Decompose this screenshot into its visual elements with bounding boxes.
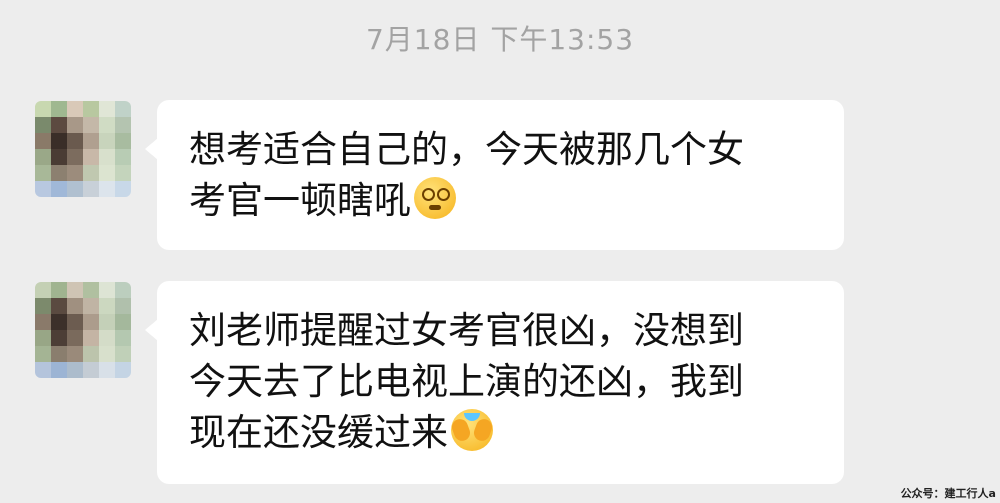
message-bubble[interactable]: 刘老师提醒过女考官很凶，没想到 今天去了比电视上演的还凶，我到 现在还没缓过来 bbox=[145, 281, 844, 484]
message-bubble[interactable]: 想考适合自己的，今天被那几个女 考官一顿瞎吼 bbox=[145, 100, 844, 250]
watermark: 公众号：建工行人a bbox=[900, 487, 996, 500]
message-text-line: 今天去了比电视上演的还凶，我到 bbox=[189, 360, 744, 403]
avatar[interactable] bbox=[35, 101, 131, 197]
dizzy-face-emoji-icon bbox=[414, 177, 456, 219]
avatar[interactable] bbox=[35, 282, 131, 378]
message-text-line: 考官一顿瞎吼 bbox=[189, 179, 411, 222]
timestamp: 7月18日 下午13:53 bbox=[365, 23, 635, 56]
crying-face-emoji-icon bbox=[449, 409, 495, 451]
message-text-line: 想考适合自己的，今天被那几个女 bbox=[189, 128, 744, 171]
message-text-line: 刘老师提醒过女考官很凶，没想到 bbox=[189, 309, 744, 352]
message-text-line: 现在还没缓过来 bbox=[189, 411, 448, 454]
